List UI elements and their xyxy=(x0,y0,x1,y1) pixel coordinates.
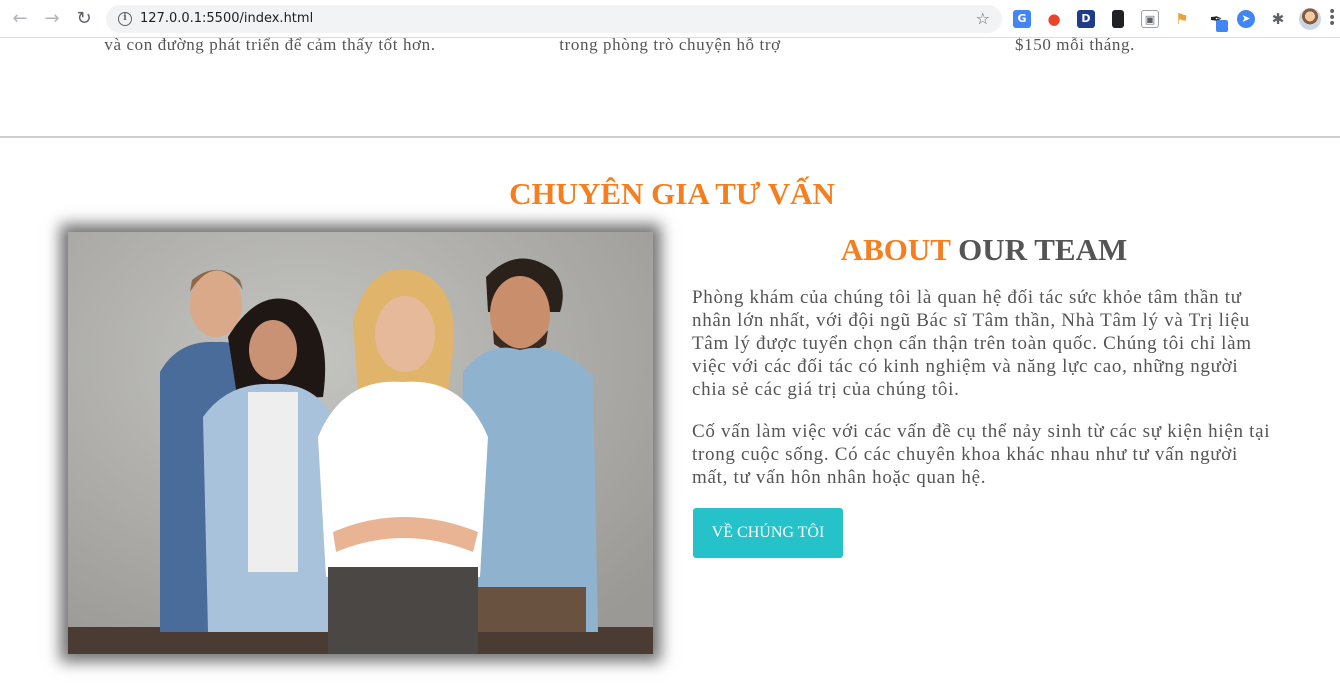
info-icon[interactable]: i xyxy=(118,12,132,26)
menu-dots-icon[interactable]: • • • xyxy=(1328,5,1336,31)
book-extension-icon[interactable] xyxy=(1112,10,1124,28)
feature-description-1: và con đường phát triển để cảm thấy tốt … xyxy=(104,35,436,54)
address-bar[interactable]: i 127.0.0.1:5500/index.html ☆ xyxy=(106,5,1002,33)
forward-arrow-icon[interactable]: → xyxy=(40,7,64,31)
reload-icon[interactable]: ↻ xyxy=(72,7,96,31)
eyedropper-color-swatch xyxy=(1216,20,1228,32)
fire-extension-icon[interactable]: ● xyxy=(1045,10,1063,28)
language-extension-icon[interactable]: ▣ xyxy=(1141,10,1159,28)
section-title: CHUYÊN GIA TƯ VẤN xyxy=(509,176,835,211)
profile-avatar[interactable] xyxy=(1299,8,1321,30)
about-paragraph-2: Cố vấn làm việc với các vấn đề cụ thể nả… xyxy=(692,421,1271,488)
star-icon[interactable]: ☆ xyxy=(976,9,990,28)
browser-toolbar: ← → ↻ i 127.0.0.1:5500/index.html ☆ G ● … xyxy=(0,0,1340,38)
feature-description-2: trong phòng trò chuyện hỗ trợ xyxy=(559,35,781,54)
translate-extension-icon[interactable]: G xyxy=(1013,10,1031,28)
team-photo xyxy=(68,232,653,654)
about-heading-rest: OUR TEAM xyxy=(958,232,1128,267)
puzzle-extension-icon[interactable]: ✱ xyxy=(1269,10,1287,28)
section-divider xyxy=(0,136,1340,138)
about-us-button[interactable]: VỀ CHÚNG TÔI xyxy=(693,508,843,558)
bookmark-extension-icon[interactable]: ⚑ xyxy=(1173,10,1191,28)
about-paragraph-1: Phòng khám của chúng tôi là quan hệ đối … xyxy=(692,287,1252,400)
compass-extension-icon[interactable]: ➤ xyxy=(1237,10,1255,28)
about-heading-accent: ABOUT xyxy=(840,232,951,267)
d-extension-icon[interactable]: D xyxy=(1077,10,1095,28)
about-heading: ABOUT OUR TEAM xyxy=(692,230,1276,270)
url-text[interactable]: 127.0.0.1:5500/index.html xyxy=(140,11,313,26)
back-arrow-icon[interactable]: ← xyxy=(8,7,32,31)
feature-description-3: $150 mỗi tháng. xyxy=(1015,35,1135,54)
